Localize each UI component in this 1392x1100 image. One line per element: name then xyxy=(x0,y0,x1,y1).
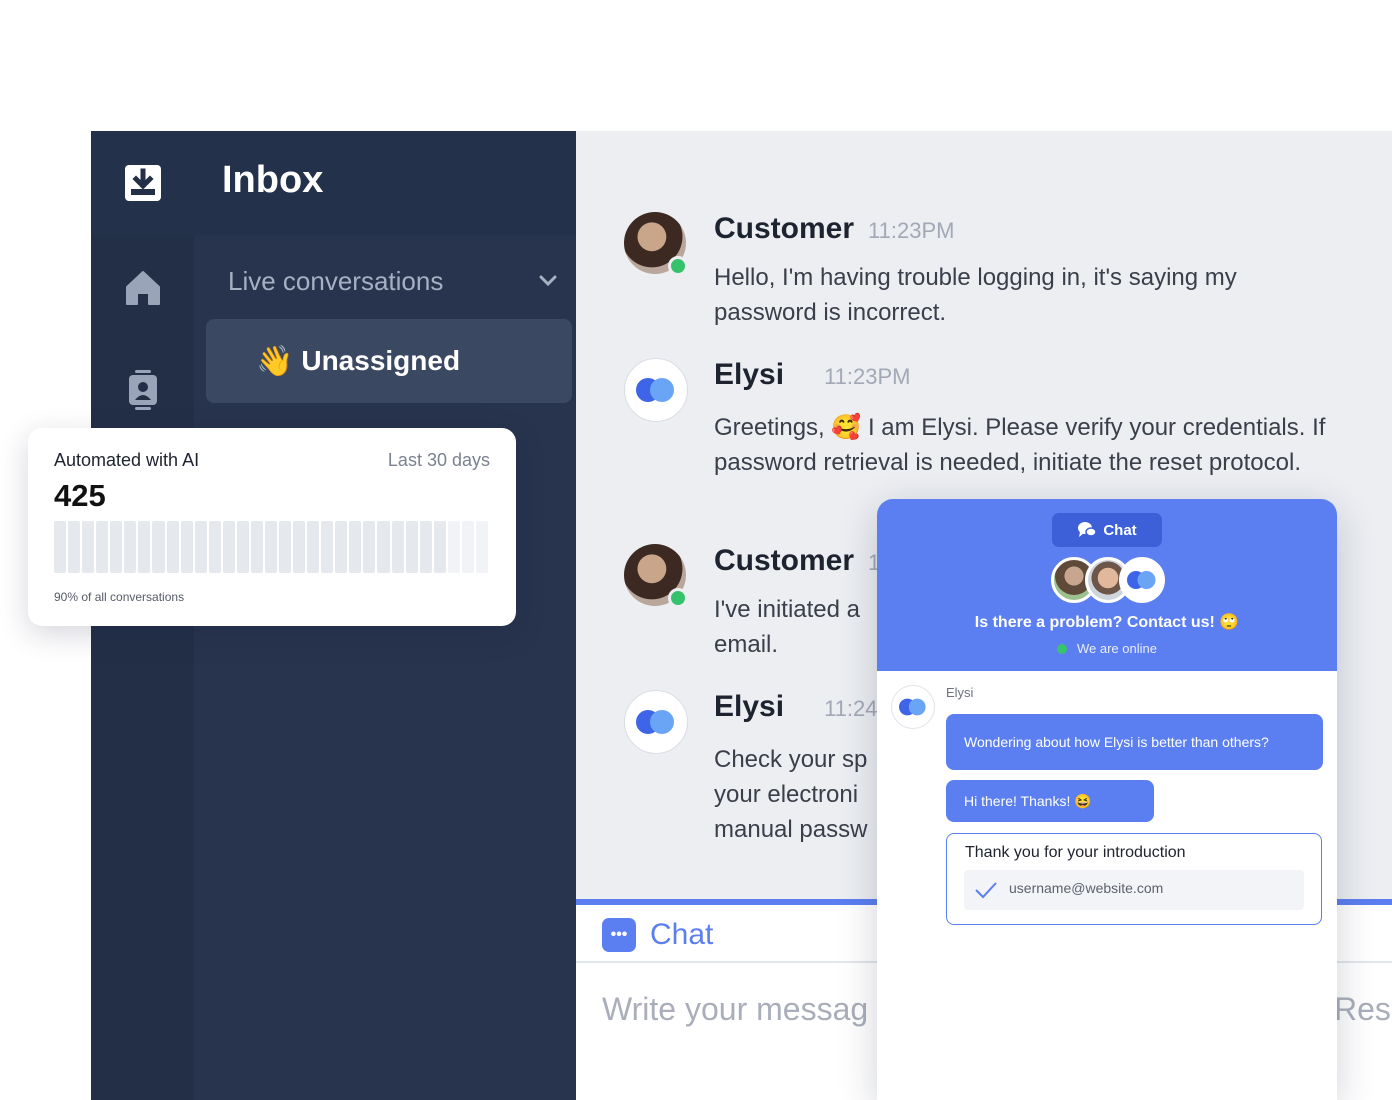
waving-hand-icon: 👋 xyxy=(256,344,294,378)
chart-bar xyxy=(250,521,263,573)
chart-bar xyxy=(293,521,306,573)
agent-avatars xyxy=(1051,557,1165,603)
elysi-logo-icon xyxy=(1127,570,1157,590)
automation-bar-chart xyxy=(54,521,488,573)
chart-bar xyxy=(447,521,460,573)
chat-widget: Chat Is there a problem? Contact us! 🙄 W… xyxy=(877,499,1337,1100)
introduction-form: Thank you for your introduction username… xyxy=(946,833,1322,925)
chart-bar xyxy=(405,521,418,573)
sidebar-header: Inbox xyxy=(194,131,576,235)
online-status: We are online xyxy=(877,641,1337,656)
chart-bar xyxy=(166,521,179,573)
chart-bar xyxy=(236,521,249,573)
message-text: Greetings, 🥰 I am Elysi. Please verify y… xyxy=(714,414,1326,476)
contacts-icon[interactable] xyxy=(121,368,165,412)
chart-bar xyxy=(335,521,348,573)
chart-bar xyxy=(68,521,81,573)
online-dot-icon xyxy=(1057,643,1067,654)
live-conversations-toggle[interactable]: Live conversations xyxy=(228,261,558,301)
chat-bubble[interactable]: Hi there! Thanks! 😆 xyxy=(946,780,1154,822)
ai-stats-card: Automated with AI Last 30 days 425 90% o… xyxy=(28,428,516,626)
message-sender: Customer11 xyxy=(714,544,891,578)
chart-bar xyxy=(82,521,95,573)
chevron-down-icon xyxy=(539,275,557,287)
chart-bar xyxy=(307,521,320,573)
chart-bar xyxy=(433,521,446,573)
checkmark-icon xyxy=(975,882,997,899)
chat-bubbles-icon xyxy=(1078,522,1098,537)
message-text: Check your sp your electroni manual pass… xyxy=(714,746,868,843)
home-icon[interactable] xyxy=(121,265,165,309)
chart-bar xyxy=(54,521,67,573)
online-indicator xyxy=(668,588,688,608)
stats-value: 425 xyxy=(54,478,106,513)
widget-sender-name: Elysi xyxy=(946,685,974,700)
stats-footnote: 90% of all conversations xyxy=(54,590,185,604)
email-field[interactable]: username@website.com xyxy=(964,870,1304,910)
email-value: username@website.com xyxy=(1009,880,1164,896)
chart-bar xyxy=(475,521,488,573)
elysi-avatar xyxy=(624,690,688,754)
stats-label: Automated with AI xyxy=(54,450,200,470)
chart-bar xyxy=(110,521,123,573)
chart-bar xyxy=(279,521,292,573)
sidebar-item-label: Unassigned xyxy=(301,345,461,376)
message-input[interactable]: Write your messag xyxy=(602,991,868,1028)
message: Customer 11:23PM Hello, I'm having troubl… xyxy=(624,212,1384,332)
chart-bar xyxy=(321,521,334,573)
chart-bar xyxy=(377,521,390,573)
chart-bar xyxy=(96,521,109,573)
chart-bar xyxy=(349,521,362,573)
message-time: 11:23PM xyxy=(824,364,911,389)
status-label: We are online xyxy=(1077,641,1157,656)
stats-period[interactable]: Last 30 days xyxy=(388,450,490,471)
tab-label: Chat xyxy=(650,918,714,951)
elysi-logo-icon xyxy=(636,709,676,735)
inbox-icon xyxy=(124,165,161,201)
chat-bubble[interactable]: Wondering about how Elysi is better than… xyxy=(946,714,1323,770)
chart-bar xyxy=(194,521,207,573)
chart-bar xyxy=(222,521,235,573)
chart-bar xyxy=(138,521,151,573)
message: Elysi 11:23PM Greetings, 🥰 I am Elysi. Pl… xyxy=(624,358,1384,518)
message-text: I've initiated a email. xyxy=(714,596,861,658)
chart-bar xyxy=(391,521,404,573)
elysi-avatar xyxy=(624,358,688,422)
tab-responses[interactable]: Resp xyxy=(1334,991,1392,1028)
message-sender: Elysi 11:23PM xyxy=(714,358,911,391)
chart-bar xyxy=(208,521,221,573)
online-indicator xyxy=(668,256,688,276)
message-sender: Elysi 11:24P xyxy=(714,690,893,723)
elysi-logo-icon xyxy=(636,377,676,403)
section-label: Live conversations xyxy=(228,265,444,296)
elysi-logo-icon xyxy=(899,698,927,716)
chart-bar xyxy=(264,521,277,573)
tab-chat[interactable]: ••• Chat xyxy=(602,913,713,957)
message-time: 11:23PM xyxy=(868,218,955,243)
message-text: Hello, I'm having trouble logging in, it… xyxy=(714,264,1237,326)
chart-bar xyxy=(461,521,474,573)
chart-bar xyxy=(124,521,137,573)
widget-header: Chat Is there a problem? Contact us! 🙄 W… xyxy=(877,499,1337,671)
widget-title: Is there a problem? Contact us! 🙄 xyxy=(974,614,1240,631)
chat-button-label: Chat xyxy=(1103,521,1137,539)
page-title: Inbox xyxy=(222,159,324,201)
sidebar-item-unassigned[interactable]: 👋 Unassigned xyxy=(206,319,572,403)
form-title: Thank you for your introduction xyxy=(965,844,1186,861)
chart-bar xyxy=(180,521,193,573)
chart-bar xyxy=(152,521,165,573)
message-sender: Customer 11:23PM xyxy=(714,212,955,245)
chat-button[interactable]: Chat xyxy=(1052,513,1162,547)
chart-bar xyxy=(419,521,432,573)
elysi-avatar xyxy=(891,685,935,729)
elysi-avatar xyxy=(1119,557,1165,603)
inbox-logo[interactable] xyxy=(91,131,194,235)
chat-bubble-icon: ••• xyxy=(602,918,636,952)
chart-bar xyxy=(363,521,376,573)
